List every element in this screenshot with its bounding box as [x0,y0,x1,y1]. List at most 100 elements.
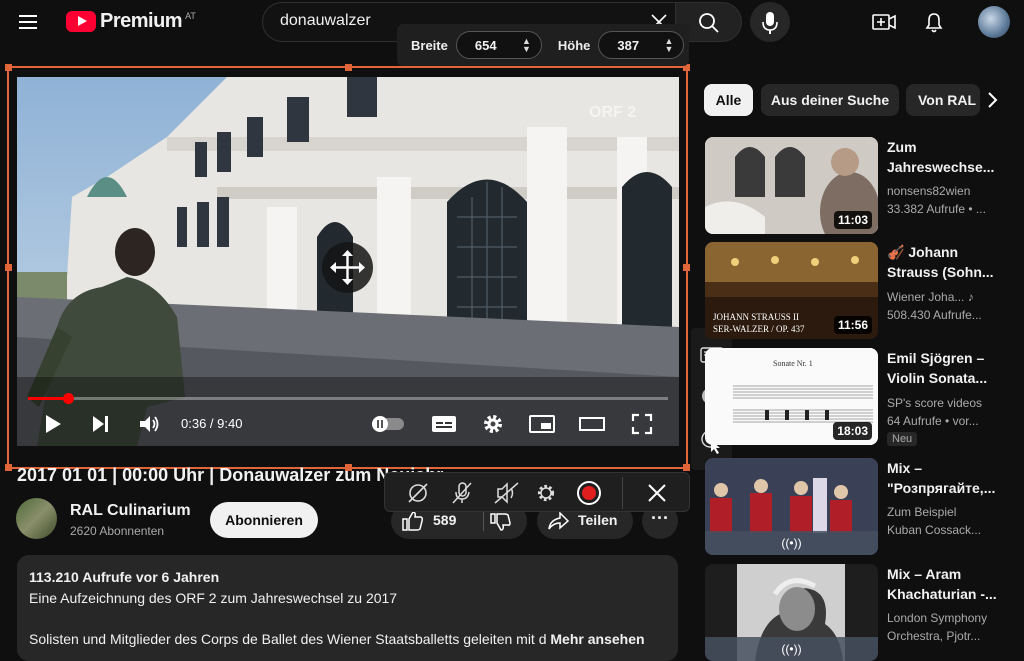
width-spin-icon[interactable]: ▲ ▼ [522,37,531,54]
description-line: Eine Aufzeichnung des ORF 2 zum Jahreswe… [29,590,398,606]
recommendation-title[interactable]: 🎻 Johann Strauss (Sohn... [887,242,997,282]
mic-icon [762,12,778,34]
chip-all[interactable]: Alle [704,84,753,116]
time-display: 0:36 / 9:40 [181,416,243,431]
height-label: Höhe [557,37,591,53]
recommendation-meta: Orchestra, Pjotr... [887,629,981,643]
recommendation-meta: Kuban Cossack... [887,523,982,537]
recommendation-thumbnail[interactable]: JOHANN STRAUSS II SER-WALZER / OP. 437 1… [705,242,878,339]
mix-indicator: ((•)) [705,531,878,555]
youtube-premium-logo[interactable]: Premium AT [66,10,196,33]
recommendation-channel[interactable]: SP's score videos [887,394,1007,412]
resize-handle-top-left[interactable] [5,64,12,71]
logo-region: AT [185,10,196,21]
width-stepper[interactable]: 654 ▲ ▼ [455,31,542,59]
speaker-off-icon [494,482,519,504]
size-toolbar: Breite 654 ▲ ▼ Höhe 387 ▲ ▼ [397,24,689,66]
create-video-button[interactable] [866,8,902,36]
recommendation-thumbnail[interactable]: Sonate Nr. 1 18:03 [705,348,878,445]
play-icon [46,415,61,433]
settings-button[interactable] [481,412,505,436]
description-line: Solisten und Mitglieder des Corps de Bal… [29,631,645,647]
like-icon [402,511,424,531]
recommendation-title[interactable]: Emil Sjögren – Violin Sonata... [887,348,997,388]
bell-icon [925,13,943,33]
chip-from-channel[interactable]: Von RAL [906,84,980,116]
recommendation-channel[interactable]: Wiener Joha... ♪ [887,288,1007,306]
channel-subscribers: 2620 Abonnenten [70,524,165,538]
voice-search-button[interactable] [750,2,790,42]
height-spin-icon[interactable]: ▲ ▼ [664,37,673,54]
recommendation-thumbnail[interactable]: 11:03 [705,137,878,234]
subtitles-icon [432,416,456,432]
fullscreen-icon [631,413,653,435]
thumb-title: Sonate Nr. 1 [773,359,813,368]
recommendation-title[interactable]: Mix – "Розпрягайте,... [887,458,997,498]
user-avatar[interactable] [978,6,1010,38]
skip-next-icon [93,416,108,432]
recording-toolbar [384,472,690,512]
recommendation-meta: 33.382 Aufrufe • ... [887,202,986,216]
new-badge: Neu [887,432,918,446]
subtitles-button[interactable] [431,412,457,436]
channel-name[interactable]: RAL Culinarium [70,502,191,520]
subscribe-button[interactable]: Abonnieren [210,502,318,538]
video-duration: 11:03 [833,211,872,229]
share-label: Teilen [578,512,618,528]
resize-handle-bottom-right[interactable] [683,464,690,471]
chip-from-search[interactable]: Aus deiner Suche [761,84,899,116]
miniplayer-icon [529,415,555,433]
notifications-button[interactable] [916,8,952,36]
record-icon [577,481,601,505]
progress-bar[interactable] [28,397,668,400]
resize-handle-bottom-left[interactable] [5,464,12,471]
video-duration: 18:03 [833,422,872,440]
recommendation-channel[interactable]: Zum Beispiel [887,503,1007,521]
dislike-icon [490,513,511,531]
like-count[interactable]: 589 [433,512,456,528]
next-button[interactable] [90,412,112,436]
progress-scrubber[interactable] [63,393,74,404]
theater-mode-button[interactable] [578,412,606,436]
gear-icon [484,415,502,433]
description-stats: 113.210 Aufrufe vor 6 Jahren [29,569,220,585]
resize-handle-right[interactable] [683,264,690,271]
search-query: donauwalzer [280,12,371,29]
logo-text: Premium [100,10,183,32]
channel-avatar[interactable] [16,498,57,539]
resize-handle-left[interactable] [5,264,12,271]
height-value: 387 [617,37,640,53]
fullscreen-button[interactable] [630,412,654,436]
miniplayer-button[interactable] [528,412,556,436]
recorder-settings-icon [537,484,555,502]
width-value: 654 [474,37,497,53]
show-more-link[interactable]: Mehr ansehen [550,631,644,647]
progress-played [28,397,68,400]
move-handle[interactable] [322,242,373,293]
height-stepper[interactable]: 387 ▲ ▼ [598,31,685,59]
play-button[interactable] [42,412,64,436]
recommendation-thumbnail[interactable]: ((•)) [705,564,878,661]
mic-off-icon [452,482,472,504]
youtube-logo-icon [66,11,96,32]
thumb-subtitle: SER-WALZER / OP. 437 [713,324,805,334]
autoplay-toggle-icon [372,416,404,432]
recommendation-title[interactable]: Zum Jahreswechse... [887,137,997,177]
create-icon [872,14,896,30]
recommendation-meta: 508.430 Aufrufe... [887,308,982,322]
recommendation-channel[interactable]: London Symphony [887,609,1007,627]
close-recorder-icon [648,484,666,502]
volume-button[interactable] [137,412,161,436]
thumb-title: JOHANN STRAUSS II [713,312,799,322]
chevron-right-icon[interactable] [985,90,999,110]
resize-handle-top[interactable] [345,64,352,71]
volume-icon [140,416,159,432]
recommendation-title[interactable]: Mix – Aram Khachaturian -... [887,564,997,604]
camera-off-icon [408,483,428,503]
autoplay-toggle[interactable] [370,412,406,436]
recommendation-thumbnail[interactable]: ((•)) [705,458,878,555]
width-label: Breite [411,37,448,53]
recommendation-channel[interactable]: nonsens82wien [887,182,1007,200]
theater-icon [579,417,605,431]
menu-icon[interactable] [16,12,42,32]
